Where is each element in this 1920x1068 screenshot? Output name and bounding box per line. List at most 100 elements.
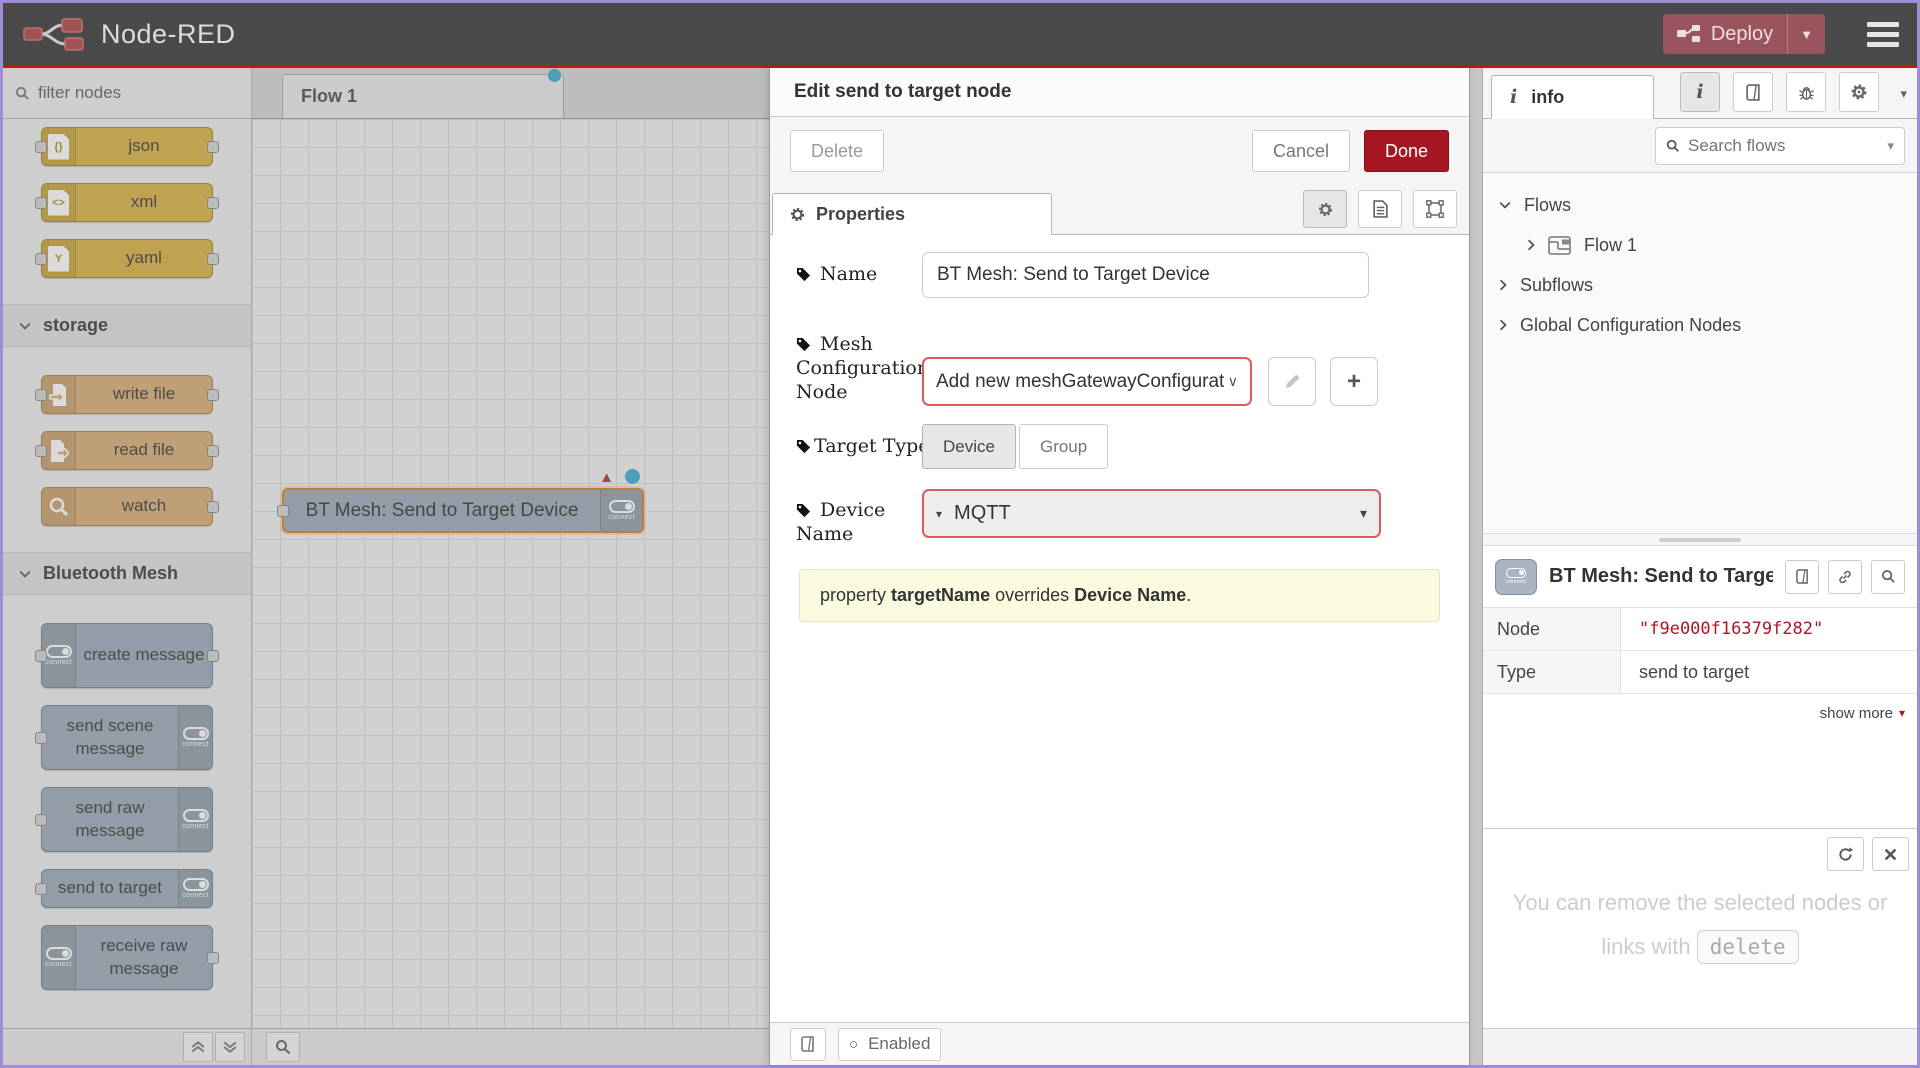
delete-key-badge: delete [1697, 930, 1799, 964]
node-type-icon: connect [1495, 559, 1537, 595]
name-input[interactable] [922, 252, 1369, 298]
palette-node-send-to-target[interactable]: send to target connect [41, 869, 213, 908]
input-port[interactable] [35, 445, 47, 457]
search-options-caret[interactable]: ▾ [1887, 138, 1894, 154]
input-port[interactable] [35, 389, 47, 401]
canvas-node-send-to-target[interactable]: BT Mesh: Send to Target Device connect ▲ [282, 488, 644, 533]
tree-item-subflows[interactable]: Subflows [1483, 265, 1917, 305]
node-search-button[interactable] [1871, 560, 1905, 594]
edit-config-button[interactable] [1268, 357, 1316, 406]
palette-node-write-file[interactable]: write file [41, 375, 213, 414]
chevron-down-icon [19, 570, 31, 578]
done-button[interactable]: Done [1364, 130, 1449, 172]
device-name-select[interactable]: ▾ MQTT ▾ [922, 489, 1381, 538]
palette-filter-input[interactable] [38, 83, 218, 103]
tree-item-label: Flow 1 [1584, 235, 1637, 256]
node-appearance-button[interactable] [1413, 190, 1457, 228]
chevron-right-icon[interactable] [1499, 279, 1507, 291]
palette-category-bluetooth-mesh[interactable]: Bluetooth Mesh [3, 552, 251, 595]
output-port[interactable] [207, 253, 219, 265]
edit-description-button[interactable] [1358, 190, 1402, 228]
tree-item-flows[interactable]: Flows [1483, 185, 1917, 225]
input-port[interactable] [35, 197, 47, 209]
flow-canvas[interactable]: BT Mesh: Send to Target Device connect ▲ [252, 119, 769, 1028]
main-menu-button[interactable] [1867, 22, 1899, 47]
node-link-button[interactable] [1828, 560, 1862, 594]
chevron-down-icon[interactable] [1499, 201, 1511, 209]
edit-properties-button[interactable] [1303, 190, 1347, 228]
palette-node-label: send raw message [42, 788, 178, 851]
palette-node-label: write file [76, 376, 212, 413]
palette-category-storage[interactable]: storage [3, 304, 251, 347]
palette-node-yaml[interactable]: Y yaml [41, 239, 213, 278]
node-help-button[interactable] [1785, 560, 1819, 594]
dialog-button-row: Delete Cancel Done [770, 117, 1469, 185]
output-port[interactable] [207, 141, 219, 153]
book-icon [801, 1036, 815, 1052]
input-port[interactable] [35, 883, 47, 895]
zoom-search-button[interactable] [266, 1032, 300, 1062]
chevron-right-icon[interactable] [1499, 319, 1507, 331]
chevron-right-icon[interactable] [1527, 239, 1535, 251]
palette-node-create-message[interactable]: connect create message [41, 623, 213, 688]
deploy-options-caret[interactable]: ▼ [1787, 14, 1825, 54]
mesh-config-value: Add new meshGatewayConfigurat [936, 371, 1224, 393]
tab-flow-1[interactable]: Flow 1 [282, 74, 564, 118]
palette-scroll[interactable]: {} json <> xml Y yaml storage [3, 119, 251, 1028]
palette-node-receive-raw-message[interactable]: connect receive raw message [41, 925, 213, 990]
node-description-button[interactable] [790, 1028, 826, 1061]
palette-node-json[interactable]: {} json [41, 127, 213, 166]
target-type-device-button[interactable]: Device [922, 424, 1016, 469]
palette-node-read-file[interactable]: read file [41, 431, 213, 470]
palette-node-send-raw-message[interactable]: send raw message connect [41, 787, 213, 852]
node-info-row: Type send to target [1483, 651, 1917, 694]
expand-all-button[interactable] [215, 1032, 245, 1062]
collapse-all-button[interactable] [183, 1032, 213, 1062]
output-port[interactable] [207, 650, 219, 662]
add-config-button[interactable]: + [1330, 357, 1378, 406]
tag-icon [796, 267, 811, 282]
deploy-button-main[interactable]: Deploy [1663, 23, 1787, 46]
connect-toggle-icon: connect [178, 870, 212, 907]
search-flows-box[interactable]: ▾ [1655, 127, 1905, 165]
mesh-config-select[interactable]: Add new meshGatewayConfigurat ∨ [922, 357, 1252, 406]
output-port[interactable] [207, 389, 219, 401]
tips-close-button[interactable] [1872, 837, 1909, 871]
yaml-file-icon: Y [42, 240, 76, 277]
input-port[interactable] [35, 732, 47, 744]
input-port[interactable] [277, 505, 289, 517]
palette-filter [3, 68, 251, 119]
target-type-group-button[interactable]: Group [1019, 424, 1108, 469]
output-port[interactable] [207, 952, 219, 964]
tree-item-global-config[interactable]: Global Configuration Nodes [1483, 305, 1917, 345]
tab-info[interactable]: i info [1491, 75, 1654, 119]
sidebar-info-button[interactable]: i [1680, 72, 1720, 112]
cancel-button[interactable]: Cancel [1252, 130, 1350, 172]
input-port[interactable] [35, 814, 47, 826]
connect-toggle-icon: connect [42, 926, 76, 989]
show-more-link[interactable]: show more▾ [1483, 694, 1917, 732]
node-enabled-toggle[interactable]: ○ Enabled [838, 1028, 941, 1061]
input-port[interactable] [35, 253, 47, 265]
output-port[interactable] [207, 197, 219, 209]
output-port[interactable] [207, 445, 219, 457]
input-port[interactable] [35, 650, 47, 662]
palette-node-xml[interactable]: <> xml [41, 183, 213, 222]
input-port[interactable] [35, 141, 47, 153]
tips-refresh-button[interactable] [1827, 837, 1864, 871]
tree-item-flow-1[interactable]: Flow 1 [1483, 225, 1917, 265]
sidebar-resize-handle[interactable] [1483, 533, 1917, 546]
category-label: Bluetooth Mesh [43, 563, 178, 584]
palette-node-send-scene-message[interactable]: send scene message connect [41, 705, 213, 770]
sidebar-config-button[interactable] [1839, 72, 1879, 112]
deploy-button[interactable]: Deploy ▼ [1663, 14, 1825, 54]
sidebar-options-caret[interactable]: ▾ [1900, 86, 1907, 102]
tab-properties[interactable]: Properties [772, 193, 1052, 235]
search-flows-input[interactable] [1688, 136, 1879, 156]
delete-button[interactable]: Delete [790, 130, 884, 172]
palette-node-watch[interactable]: watch [41, 487, 213, 526]
sidebar-debug-button[interactable] [1786, 72, 1826, 112]
output-port[interactable] [207, 501, 219, 513]
palette-node-label: receive raw message [76, 926, 212, 989]
sidebar-help-button[interactable] [1733, 72, 1773, 112]
